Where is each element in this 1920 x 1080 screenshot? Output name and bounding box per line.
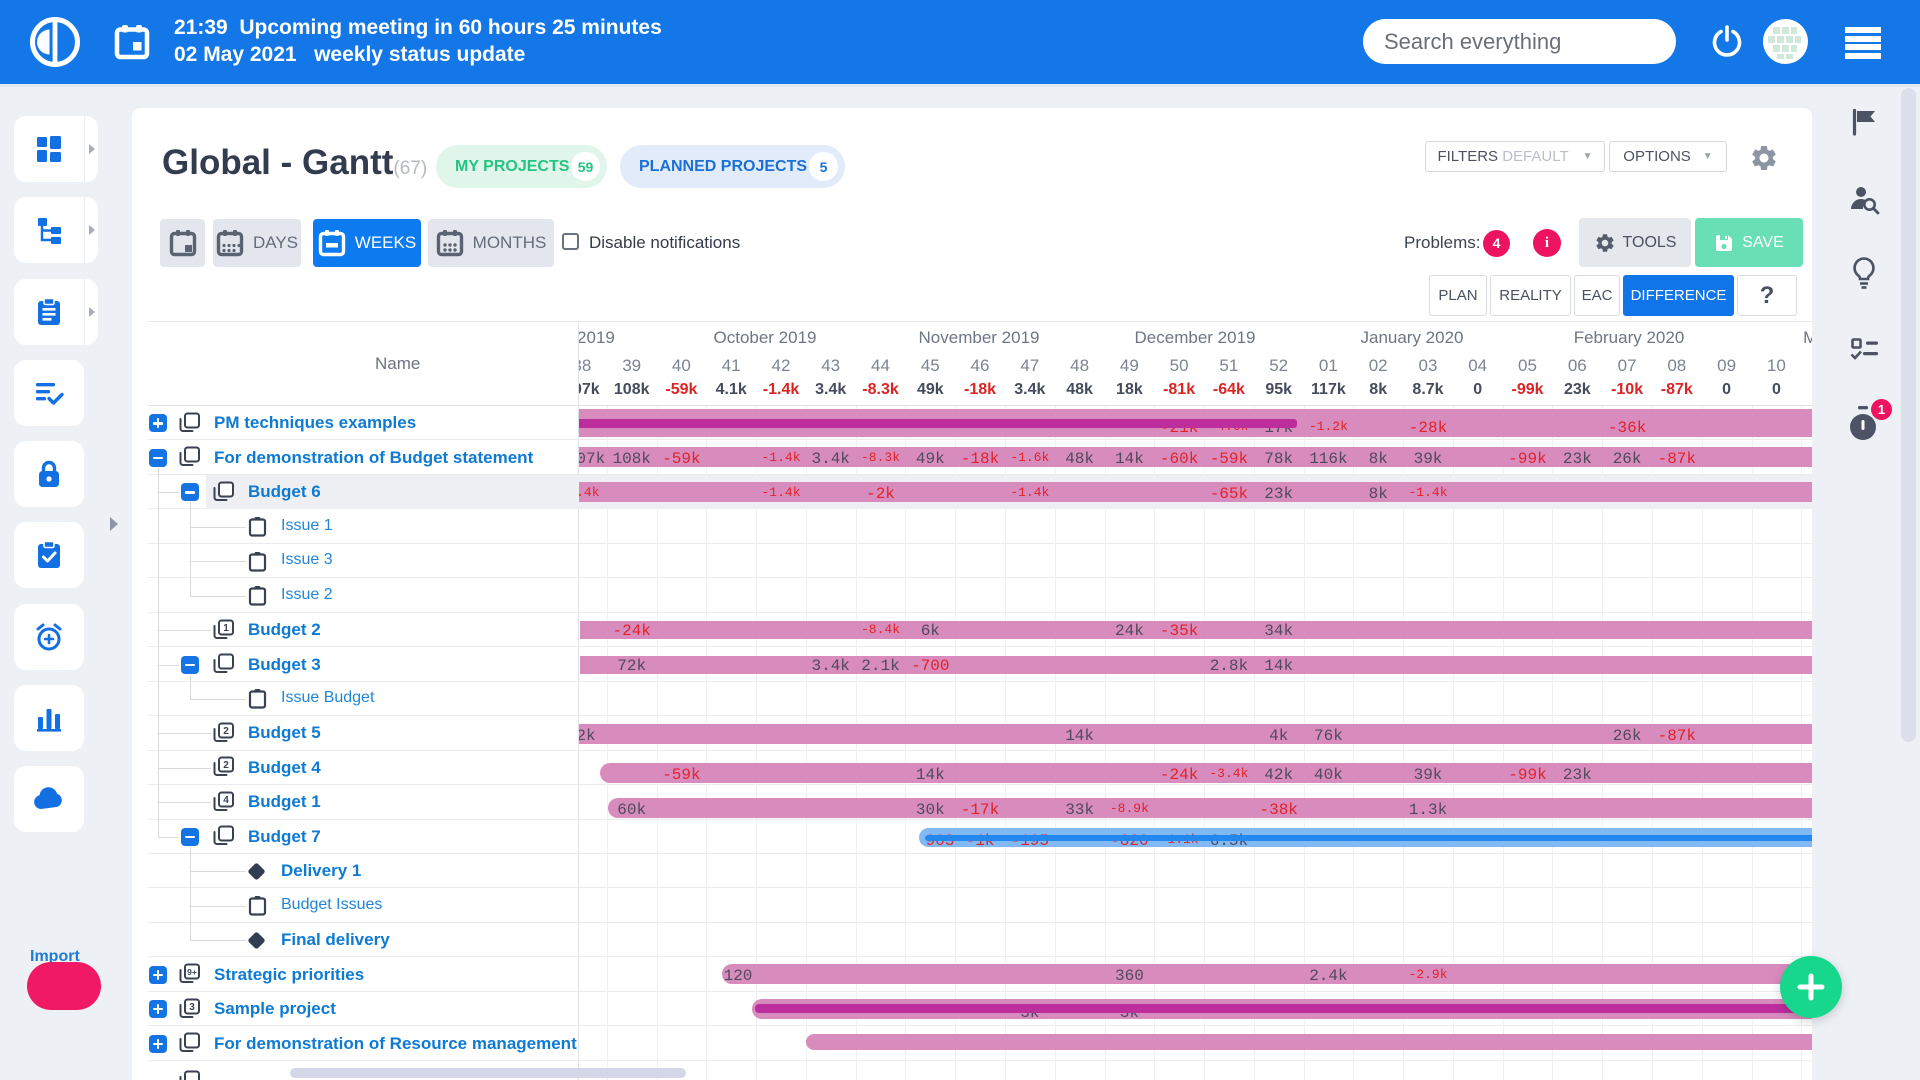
svg-text:1: 1 bbox=[223, 623, 229, 634]
svg-text:3: 3 bbox=[189, 1002, 195, 1013]
svg-text:4: 4 bbox=[223, 795, 229, 806]
svg-text:9+: 9+ bbox=[187, 967, 197, 977]
svg-text:2: 2 bbox=[223, 726, 229, 737]
svg-text:2: 2 bbox=[223, 760, 229, 771]
